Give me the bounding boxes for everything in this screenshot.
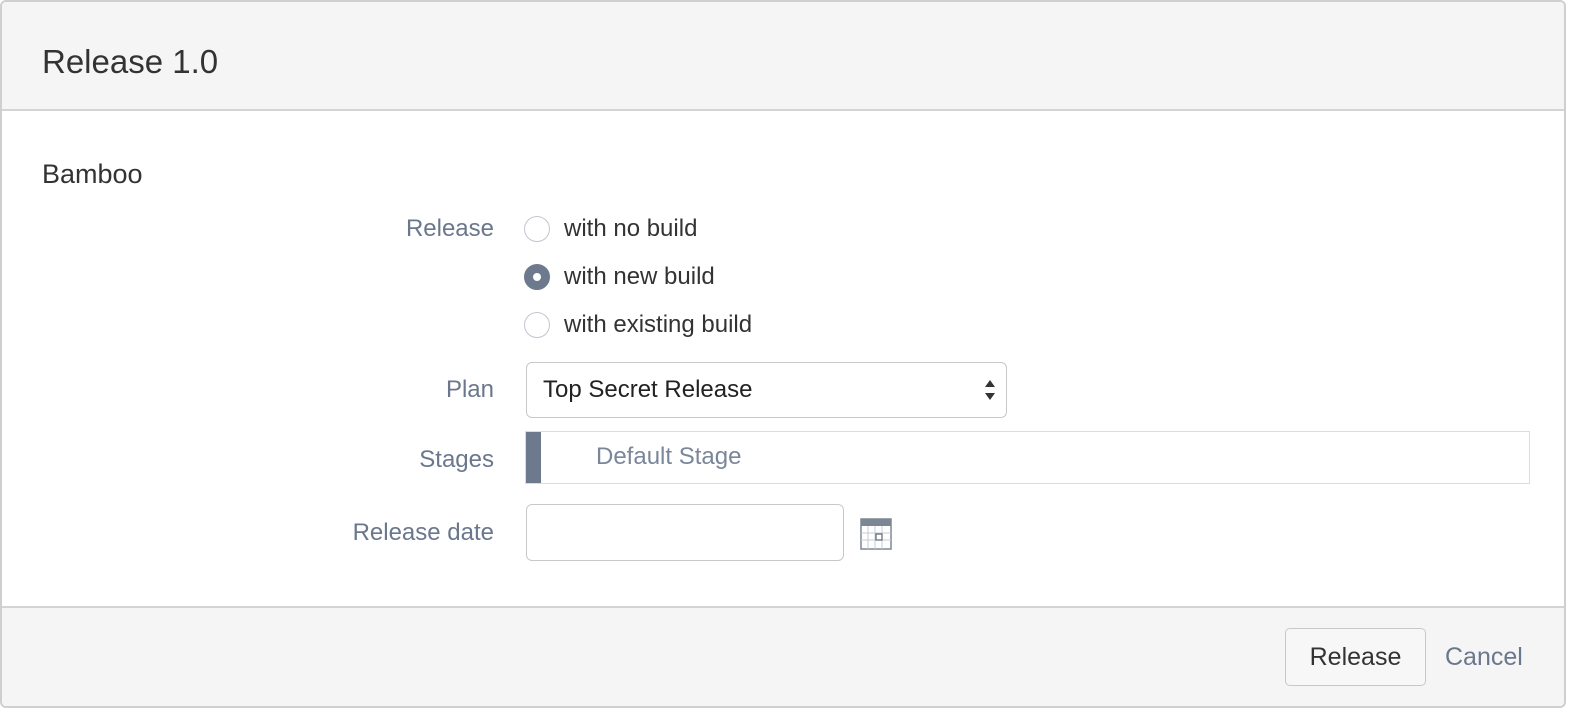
release-label: Release <box>405 215 494 242</box>
radio-label-new-build: with new build <box>564 263 715 290</box>
radio-label-no-build: with no build <box>564 215 698 242</box>
release-dialog: Release 1.0 Bamboo Release with no build… <box>0 0 1566 708</box>
cancel-link[interactable]: Cancel <box>1445 642 1523 672</box>
stages-label: Stages <box>419 446 494 473</box>
stage-item-default[interactable]: Default Stage <box>596 442 741 472</box>
plan-label: Plan <box>445 376 494 403</box>
dialog-footer: Release Cancel <box>2 606 1564 706</box>
calendar-icon[interactable] <box>860 518 892 550</box>
release-date-input[interactable] <box>526 504 844 561</box>
radio-label-existing-build: with existing build <box>564 311 753 338</box>
stage-selector-bar[interactable] <box>526 432 541 483</box>
radio-existing-build[interactable] <box>524 312 550 338</box>
plan-select-value: Top Secret Release <box>543 376 753 403</box>
release-button[interactable]: Release <box>1285 628 1426 686</box>
stages-list: Default Stage <box>525 431 1530 484</box>
radio-no-build[interactable] <box>524 216 550 242</box>
up-down-arrows-icon <box>985 380 995 400</box>
radio-option-new-build[interactable]: with new build <box>524 260 715 294</box>
dialog-header: Release 1.0 <box>2 2 1564 111</box>
radio-option-existing-build[interactable]: with existing build <box>524 308 752 342</box>
radio-new-build[interactable] <box>524 264 550 290</box>
radio-option-no-build[interactable]: with no build <box>524 212 697 246</box>
release-date-label: Release date <box>352 519 494 546</box>
dialog-title: Release 1.0 <box>42 43 219 80</box>
plan-select[interactable]: Top Secret Release <box>526 362 1007 418</box>
section-title: Bamboo <box>42 159 143 189</box>
